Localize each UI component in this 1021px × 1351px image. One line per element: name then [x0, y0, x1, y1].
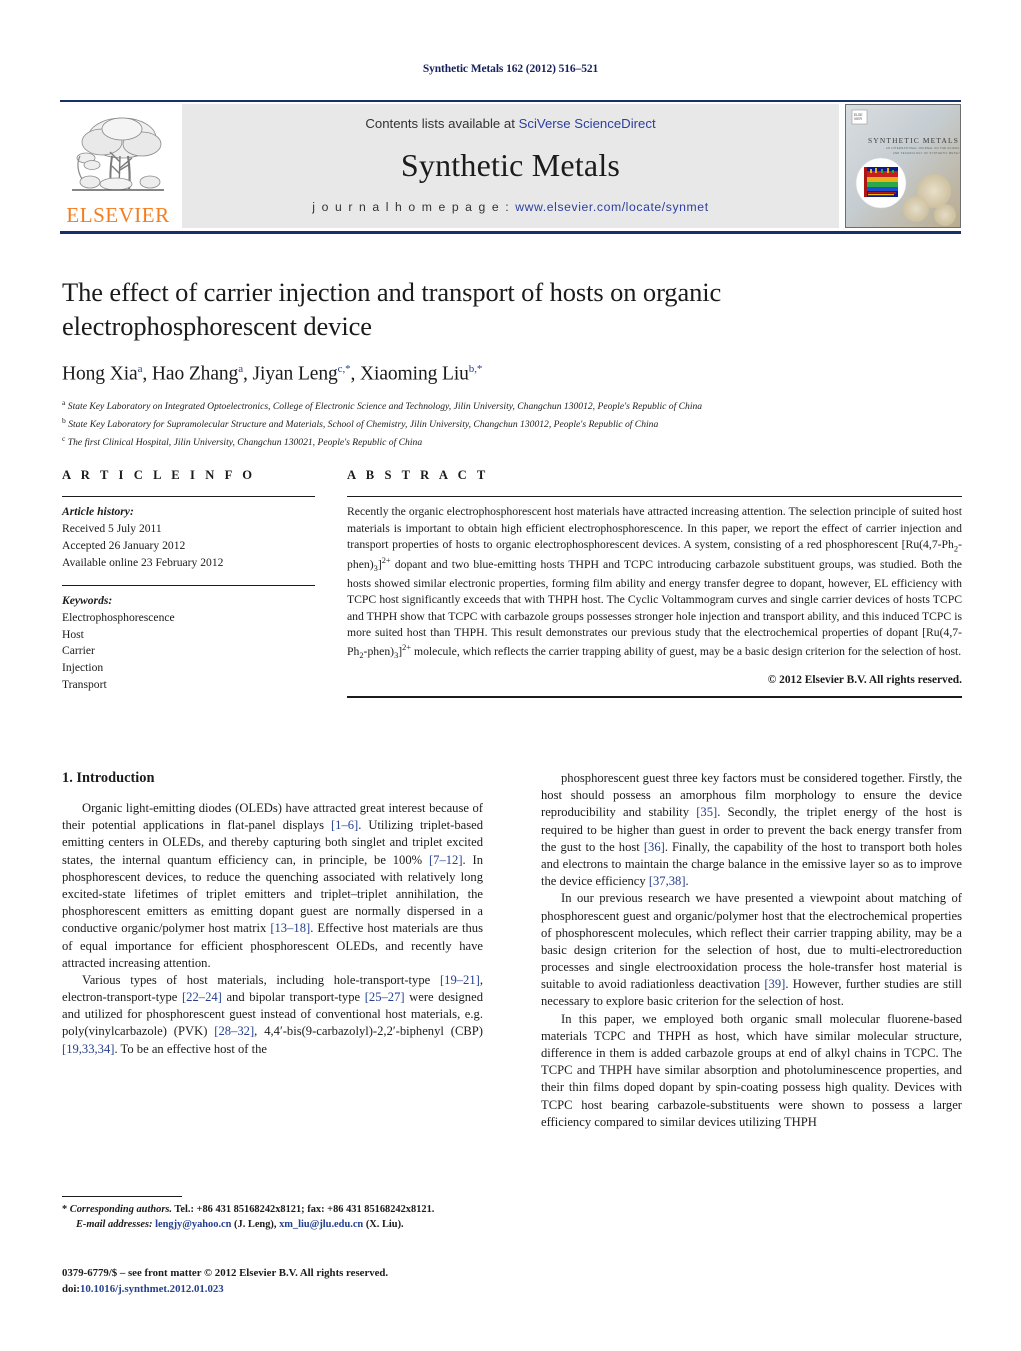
- paragraph: In this paper, we employed both organic …: [541, 1011, 962, 1129]
- title-block: The effect of carrier injection and tran…: [62, 276, 962, 450]
- footnote-rule: [62, 1196, 182, 1197]
- corresponding-author-note: * Corresponding authors. Tel.: +86 431 8…: [62, 1204, 435, 1215]
- email-addresses-note: E-mail addresses: lengjy@yahoo.cn (J. Le…: [76, 1218, 404, 1230]
- affiliation-item: b State Key Laboratory for Supramolecula…: [62, 415, 962, 433]
- article-history-accepted: Accepted 26 January 2012: [62, 538, 186, 552]
- contents-prefix: Contents lists available at: [365, 116, 519, 131]
- homepage-url-link[interactable]: www.elsevier.com/locate/synmet: [515, 200, 708, 214]
- svg-text:VIER: VIER: [854, 117, 862, 121]
- keyword-item: Transport: [62, 678, 107, 692]
- body-columns: 1. Introduction Organic light-emitting d…: [62, 770, 962, 1131]
- masthead-panel: Contents lists available at SciVerse Sci…: [182, 104, 839, 228]
- journal-masthead: ELSEVIER Contents lists available at Sci…: [60, 104, 961, 228]
- keywords-label: Keywords:: [62, 593, 113, 607]
- paragraph: phosphorescent guest three key factors m…: [541, 771, 962, 889]
- affiliation-text: State Key Laboratory on Integrated Optoe…: [67, 401, 703, 413]
- homepage-label: j o u r n a l h o m e p a g e :: [312, 200, 516, 214]
- cover-artwork: ELSE VIER SYNTHETIC METALS AN INTERNATIO…: [846, 105, 960, 227]
- affiliation-mark: b: [62, 416, 66, 426]
- keyword-item: Electrophosphorescence: [62, 610, 175, 624]
- journal-title: Synthetic Metals: [400, 147, 621, 183]
- abstract-heading: A B S T R A C T: [347, 468, 489, 482]
- paragraph: Organic light-emitting diodes (OLEDs) ha…: [62, 801, 483, 970]
- info-divider-mid: [62, 584, 315, 586]
- keyword-item: Host: [62, 627, 84, 641]
- affiliation-mark: a: [62, 398, 66, 408]
- svg-text:AN INTERNATIONAL JOURNAL ON TH: AN INTERNATIONAL JOURNAL ON THE SCIENCE: [886, 146, 960, 150]
- body-left-column: 1. Introduction Organic light-emitting d…: [62, 770, 483, 1131]
- abstract-text: Recently the organic electrophosphoresce…: [347, 505, 962, 661]
- introduction-heading: 1. Introduction: [62, 770, 155, 786]
- abstract-column: A B S T R A C T Recently the organic ele…: [347, 468, 962, 699]
- article-info-heading: A R T I C L E I N F O: [62, 468, 256, 482]
- keyword-item: Injection: [62, 661, 104, 675]
- paragraph: Various types of host materials, includi…: [62, 972, 483, 1056]
- footnote-block: * Corresponding authors. Tel.: +86 431 8…: [62, 1196, 483, 1233]
- svg-text:AND TECHNOLOGY OF SYNTHETIC ME: AND TECHNOLOGY OF SYNTHETIC METALS: [893, 151, 960, 155]
- info-divider-top: [62, 496, 315, 497]
- elsevier-logo: ELSEVIER: [60, 104, 176, 228]
- article-history-received: Received 5 July 2011: [62, 521, 162, 535]
- elsevier-wordmark: ELSEVIER: [66, 203, 170, 227]
- sciencedirect-link[interactable]: SciVerse ScienceDirect: [519, 116, 656, 131]
- article-page: Synthetic Metals 162 (2012) 516–521 ELSE…: [0, 0, 1021, 1351]
- running-head: Synthetic Metals 162 (2012) 516–521: [422, 63, 599, 75]
- keyword-item: Carrier: [62, 644, 95, 658]
- affiliation-list: a State Key Laboratory on Integrated Opt…: [62, 397, 962, 450]
- affiliation-item: c The first Clinical Hospital, Jilin Uni…: [62, 433, 962, 451]
- journal-homepage-line: j o u r n a l h o m e p a g e : www.else…: [312, 200, 708, 214]
- svg-text:SYNTHETIC METALS: SYNTHETIC METALS: [868, 136, 959, 145]
- elsevier-tree-icon: [72, 117, 164, 191]
- masthead-bottom-rule: [60, 231, 961, 234]
- affiliation-text: The first Clinical Hospital, Jilin Unive…: [67, 436, 423, 448]
- affiliation-mark: c: [62, 433, 66, 443]
- article-title: The effect of carrier injection and tran…: [62, 277, 722, 341]
- masthead-top-rule: [60, 100, 961, 102]
- article-info-column: A R T I C L E I N F O Article history: R…: [62, 468, 315, 698]
- author-list: Hong Xiaa, Hao Zhanga, Jiyan Lengc,*, Xi…: [62, 362, 483, 385]
- article-history-label: Article history:: [62, 505, 134, 518]
- doi-line: doi:10.1016/j.synthmet.2012.01.023: [62, 1282, 224, 1295]
- info-abstract-region: A R T I C L E I N F O Article history: R…: [62, 468, 962, 699]
- imprint-block: 0379-6779/$ – see front matter © 2012 El…: [62, 1266, 492, 1297]
- body-right-column: phosphorescent guest three key factors m…: [541, 770, 962, 1131]
- contents-available-line: Contents lists available at SciVerse Sci…: [365, 116, 655, 131]
- affiliation-text: State Key Laboratory for Supramolecular …: [68, 419, 659, 431]
- copyright-line: © 2012 Elsevier B.V. All rights reserved…: [767, 674, 962, 687]
- abstract-bottom-rule: [347, 696, 962, 699]
- journal-cover-thumbnail: ELSE VIER SYNTHETIC METALS AN INTERNATIO…: [845, 104, 961, 228]
- affiliation-item: a State Key Laboratory on Integrated Opt…: [62, 397, 962, 415]
- paragraph: In our previous research we have present…: [541, 891, 962, 1009]
- issn-frontmatter-line: 0379-6779/$ – see front matter © 2012 El…: [62, 1267, 389, 1279]
- article-history-online: Available online 23 February 2012: [62, 555, 224, 569]
- abstract-divider: [347, 496, 962, 497]
